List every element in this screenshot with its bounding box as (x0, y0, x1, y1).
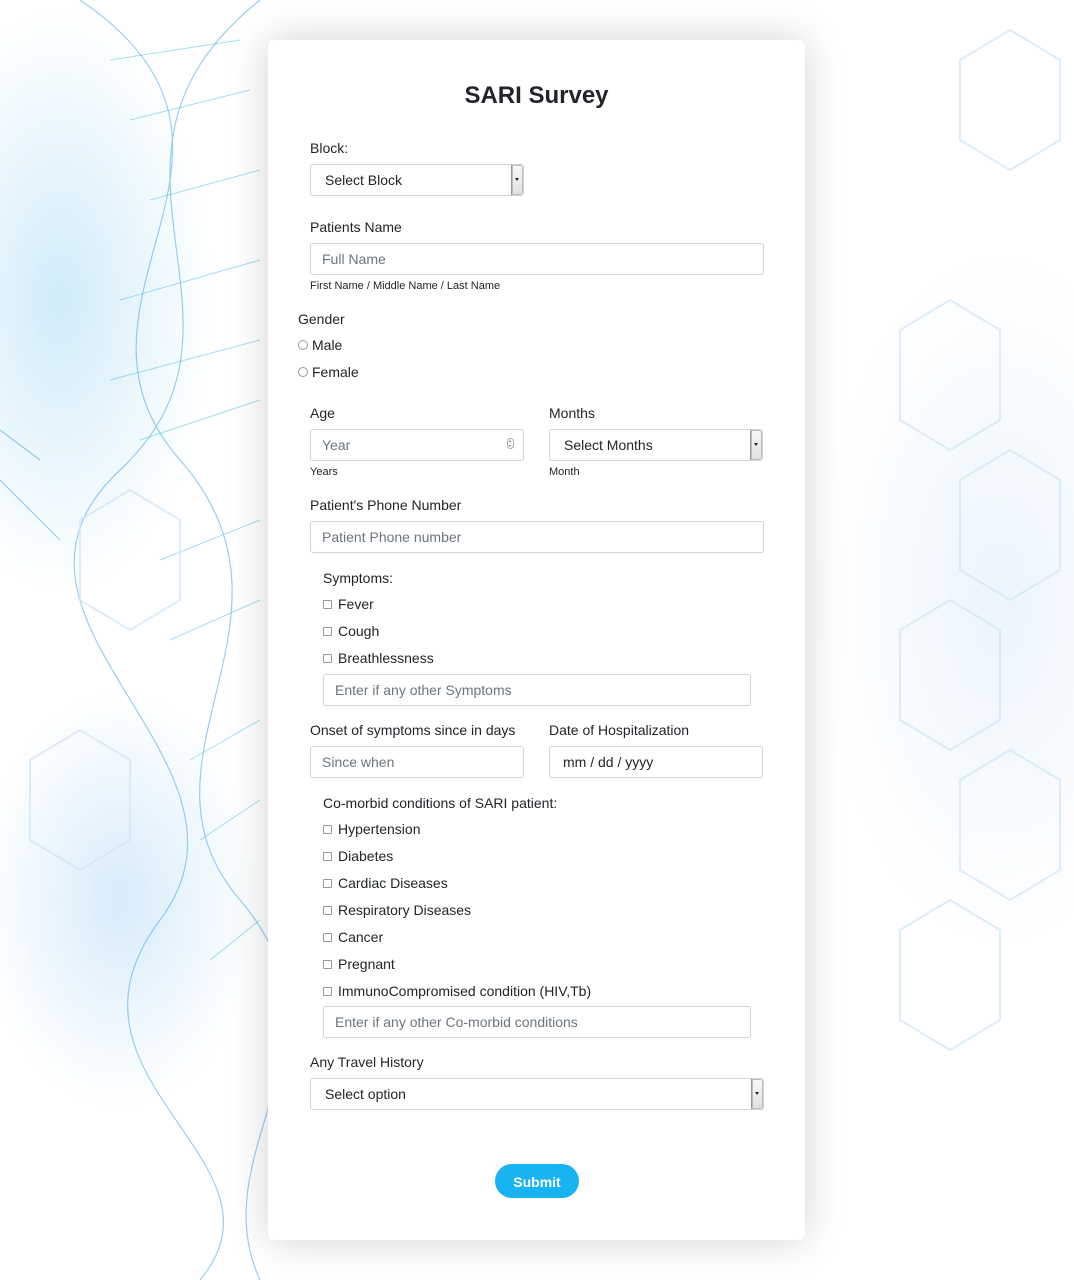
checkbox[interactable] (323, 905, 332, 915)
survey-card: SARI Survey Block: Select Block Patients… (268, 40, 805, 1240)
comorbid-immunocompromised[interactable]: ImmunoCompromised condition (HIV,Tb) (323, 983, 591, 999)
comorbid-option-label: Cardiac Diseases (338, 875, 448, 891)
gender-option-female[interactable]: Female (298, 364, 359, 380)
chevron-down-icon (511, 165, 523, 195)
checkbox[interactable] (323, 986, 332, 996)
comorbid-respiratory[interactable]: Respiratory Diseases (323, 902, 471, 918)
travel-label: Any Travel History (310, 1054, 424, 1070)
symptom-fever[interactable]: Fever (323, 596, 374, 612)
checkbox[interactable] (323, 932, 332, 942)
gender-label: Gender (298, 311, 345, 327)
checkbox[interactable] (323, 959, 332, 969)
symptom-label: Cough (338, 623, 380, 639)
phone-input[interactable] (310, 521, 764, 553)
travel-select-value: Select option (325, 1086, 406, 1102)
hospitalization-date-input[interactable]: mm / dd / yyyy (549, 746, 763, 778)
patient-name-help: First Name / Middle Name / Last Name (310, 280, 501, 292)
gender-option-label: Male (312, 337, 343, 353)
months-select[interactable]: Select Months (549, 429, 763, 461)
onset-input[interactable] (310, 746, 524, 778)
comorbid-pregnant[interactable]: Pregnant (323, 956, 395, 972)
travel-select[interactable]: Select option (310, 1078, 764, 1110)
comorbid-hypertension[interactable]: Hypertension (323, 821, 421, 837)
age-help: Years (310, 466, 338, 478)
checkbox[interactable] (323, 824, 332, 834)
comorbid-option-label: Diabetes (338, 848, 394, 864)
symptoms-label: Symptoms: (323, 570, 394, 586)
months-label: Months (549, 405, 595, 421)
block-select-value: Select Block (325, 172, 403, 188)
checkbox[interactable] (323, 626, 332, 636)
date-value: mm / dd / yyyy (563, 754, 654, 770)
phone-label: Patient's Phone Number (310, 497, 462, 513)
comorbid-option-label: Pregnant (338, 956, 395, 972)
hospitalization-label: Date of Hospitalization (549, 722, 690, 738)
comorbid-cancer[interactable]: Cancer (323, 929, 383, 945)
checkbox[interactable] (323, 851, 332, 861)
comorbid-option-label: Hypertension (338, 821, 421, 837)
chevron-down-icon (751, 1079, 763, 1109)
radio-button[interactable] (298, 367, 308, 377)
symptom-breathlessness[interactable]: Breathlessness (323, 650, 434, 666)
symptom-label: Fever (338, 596, 374, 612)
comorbid-option-label: Cancer (338, 929, 384, 945)
patient-name-label: Patients Name (310, 219, 402, 235)
symptom-label: Breathlessness (338, 650, 434, 666)
age-field (310, 429, 524, 461)
radio-button[interactable] (298, 340, 308, 350)
chevron-down-icon (750, 430, 762, 460)
checkbox[interactable] (323, 599, 332, 609)
age-label: Age (310, 405, 335, 421)
gender-option-label: Female (312, 364, 359, 380)
months-select-value: Select Months (564, 437, 653, 453)
comorbid-label: Co-morbid conditions of SARI patient: (323, 795, 558, 811)
gender-option-male[interactable]: Male (298, 337, 342, 353)
other-comorbid-input[interactable] (323, 1006, 751, 1038)
age-input[interactable] (310, 429, 524, 461)
comorbid-option-label: ImmunoCompromised condition (HIV,Tb) (338, 983, 592, 999)
other-symptoms-input[interactable] (323, 674, 751, 706)
block-select[interactable]: Select Block (310, 164, 524, 196)
patient-name-input[interactable] (310, 243, 764, 275)
symptom-cough[interactable]: Cough (323, 623, 379, 639)
page-title: SARI Survey (464, 82, 609, 109)
number-stepper-icon[interactable] (507, 438, 514, 449)
comorbid-diabetes[interactable]: Diabetes (323, 848, 393, 864)
checkbox[interactable] (323, 878, 332, 888)
onset-label: Onset of symptoms since in days (310, 722, 516, 738)
comorbid-cardiac[interactable]: Cardiac Diseases (323, 875, 448, 891)
block-label: Block: (310, 140, 349, 156)
checkbox[interactable] (323, 653, 332, 663)
months-help: Month (549, 466, 580, 478)
comorbid-option-label: Respiratory Diseases (338, 902, 472, 918)
submit-button[interactable]: Submit (495, 1164, 579, 1198)
